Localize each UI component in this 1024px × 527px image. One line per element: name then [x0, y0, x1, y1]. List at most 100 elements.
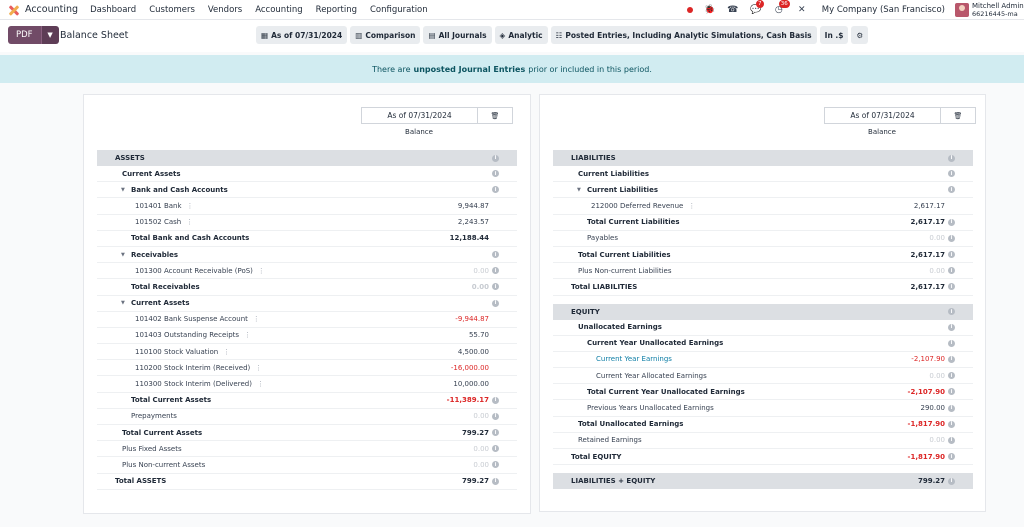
avatar[interactable]: [955, 3, 969, 17]
report-line[interactable]: 101502 Cash ⋮ 2,243.57: [97, 215, 517, 231]
menu-reporting[interactable]: Reporting: [316, 5, 357, 15]
chat-icon[interactable]: 💬 7: [749, 0, 764, 17]
caret-down-icon[interactable]: ▼: [577, 187, 587, 193]
info-icon[interactable]: i: [948, 308, 955, 315]
info-icon[interactable]: i: [948, 339, 955, 347]
report-line[interactable]: Current Year Unallocated Earnings i: [553, 336, 973, 352]
info-icon[interactable]: i: [492, 154, 499, 162]
section-header-row[interactable]: LIABILITIES + EQUITY 799.27 i: [553, 473, 973, 490]
journals-filter-button[interactable]: ▤ All Journals: [423, 26, 492, 44]
report-line[interactable]: ▼ Bank and Cash Accounts i: [97, 182, 517, 199]
section-header-row[interactable]: LIABILITIES i: [553, 150, 973, 166]
report-line[interactable]: Previous Years Unallocated Earnings 290.0…: [553, 400, 973, 417]
info-icon[interactable]: i: [492, 412, 499, 420]
date-filter-button[interactable]: ▦ As of 07/31/2024: [256, 26, 348, 44]
info-icon[interactable]: i: [492, 477, 499, 485]
caret-down-icon[interactable]: ▼: [121, 300, 131, 306]
info-icon[interactable]: i: [948, 404, 955, 412]
caret-down-icon[interactable]: ▼: [121, 252, 131, 258]
report-line[interactable]: Total Current Year Unallocated Earnings -…: [553, 384, 973, 401]
info-icon[interactable]: i: [492, 186, 499, 194]
info-icon[interactable]: i: [492, 299, 499, 307]
menu-vendors[interactable]: Vendors: [208, 5, 242, 15]
kebab-menu-icon[interactable]: ⋮: [187, 202, 194, 210]
report-line[interactable]: 101401 Bank ⋮ 9,944.87: [97, 198, 517, 215]
pdf-dropdown-toggle[interactable]: ▼: [40, 26, 59, 44]
report-line[interactable]: Retained Earnings 0.00 i: [553, 433, 973, 449]
info-icon[interactable]: i: [948, 436, 955, 444]
options-filter-button[interactable]: ☷ Posted Entries, Including Analytic Simu…: [550, 26, 817, 44]
report-line[interactable]: Prepayments 0.00 i: [97, 409, 517, 425]
report-line[interactable]: Total Unallocated Earnings -1,817.90 i: [553, 417, 973, 433]
unposted-entries-link[interactable]: unposted Journal Entries: [414, 65, 526, 74]
report-line[interactable]: ▼ Receivables i: [97, 247, 517, 264]
accounting-app-icon[interactable]: [8, 4, 20, 16]
trash-icon[interactable]: 🗑: [941, 108, 975, 123]
kebab-menu-icon[interactable]: ⋮: [244, 331, 251, 339]
report-line[interactable]: Plus Non-current Liabilities 0.00 i: [553, 263, 973, 280]
info-icon[interactable]: i: [492, 170, 499, 178]
kebab-menu-icon[interactable]: ⋮: [253, 315, 260, 323]
report-line[interactable]: Plus Fixed Assets 0.00 i: [97, 441, 517, 458]
bug-icon[interactable]: 🐞: [703, 3, 717, 17]
info-icon[interactable]: i: [948, 186, 955, 194]
report-line[interactable]: Total LIABILITIES 2,617.17 i: [553, 279, 973, 296]
report-line[interactable]: ▼ Current Liabilities i: [553, 182, 973, 199]
report-line[interactable]: Total Current Liabilities 2,617.17 i: [553, 247, 973, 264]
report-line[interactable]: ▼ Current Assets i: [97, 296, 517, 312]
report-line[interactable]: Current Liabilities i: [553, 166, 973, 183]
info-icon[interactable]: i: [948, 170, 955, 178]
report-line[interactable]: 101402 Bank Suspense Account ⋮ -9,944.87: [97, 312, 517, 328]
report-line[interactable]: Total Receivables 0.00 i: [97, 279, 517, 296]
info-icon[interactable]: i: [948, 420, 955, 428]
report-line[interactable]: Total ASSETS 799.27 i: [97, 474, 517, 490]
caret-down-icon[interactable]: ▼: [121, 187, 131, 193]
report-line[interactable]: Current Assets i: [97, 166, 517, 183]
tools-icon[interactable]: ✕: [795, 3, 809, 17]
analytic-filter-button[interactable]: ◈ Analytic: [494, 26, 548, 44]
info-icon[interactable]: i: [492, 251, 499, 259]
menu-configuration[interactable]: Configuration: [370, 5, 428, 15]
kebab-menu-icon[interactable]: ⋮: [186, 218, 193, 226]
report-line[interactable]: 110200 Stock Interim (Received) ⋮ -16,000.…: [97, 360, 517, 377]
report-line[interactable]: Current Year Allocated Earnings 0.00 i: [553, 368, 973, 385]
user-menu[interactable]: Mitchell Admin 66216445-ma: [972, 2, 1024, 18]
record-indicator-icon[interactable]: [686, 7, 693, 13]
report-line[interactable]: Plus Non-current Assets 0.00 i: [97, 457, 517, 474]
report-line[interactable]: Total Current Assets 799.27 i: [97, 425, 517, 442]
kebab-menu-icon[interactable]: ⋮: [257, 380, 264, 388]
settings-button[interactable]: ⚙: [851, 26, 869, 44]
info-icon[interactable]: i: [948, 154, 955, 162]
report-line[interactable]: 110300 Stock Interim (Delivered) ⋮ 10,000.…: [97, 376, 517, 393]
report-line[interactable]: Current Year Earnings -2,107.90 i: [553, 352, 973, 369]
clock-icon[interactable]: ◷ 36: [772, 0, 790, 17]
report-line[interactable]: Total Current Assets -11,389.17 i: [97, 393, 517, 409]
menu-accounting[interactable]: Accounting: [255, 5, 302, 15]
kebab-menu-icon[interactable]: ⋮: [255, 364, 262, 372]
section-header-row[interactable]: EQUITY i: [553, 303, 973, 320]
report-line[interactable]: 110100 Stock Valuation ⋮ 4,500.00: [97, 344, 517, 361]
report-line[interactable]: 101403 Outstanding Receipts ⋮ 55.70: [97, 328, 517, 345]
report-line[interactable]: Total Bank and Cash Accounts 12,188.44: [97, 231, 517, 247]
report-line[interactable]: Payables 0.00 i: [553, 231, 973, 247]
comparison-filter-button[interactable]: ▥ Comparison: [350, 26, 421, 44]
trash-icon[interactable]: 🗑: [478, 108, 512, 123]
info-icon[interactable]: i: [948, 477, 955, 485]
kebab-menu-icon[interactable]: ⋮: [223, 348, 230, 356]
report-line[interactable]: 212000 Deferred Revenue ⋮ 2,617.17: [553, 198, 973, 215]
info-icon[interactable]: i: [492, 396, 499, 404]
kebab-menu-icon[interactable]: ⋮: [688, 202, 695, 210]
report-line[interactable]: Unallocated Earnings i: [553, 320, 973, 336]
kebab-menu-icon[interactable]: ⋮: [258, 267, 265, 275]
currency-filter-button[interactable]: In .$: [819, 26, 849, 44]
info-icon[interactable]: i: [948, 323, 955, 331]
app-name[interactable]: Accounting: [25, 4, 78, 15]
info-icon[interactable]: i: [948, 218, 955, 226]
section-header-row[interactable]: ASSETS i: [97, 150, 517, 166]
phone-icon[interactable]: ☎: [726, 3, 740, 17]
menu-dashboard[interactable]: Dashboard: [90, 5, 136, 15]
report-line[interactable]: 101300 Account Receivable (PoS) ⋮ 0.00 i: [97, 263, 517, 280]
company-switcher[interactable]: My Company (San Francisco): [822, 5, 945, 15]
report-line[interactable]: Total EQUITY -1,817.90 i: [553, 449, 973, 466]
report-line[interactable]: Total Current Liabilities 2,617.17 i: [553, 215, 973, 231]
